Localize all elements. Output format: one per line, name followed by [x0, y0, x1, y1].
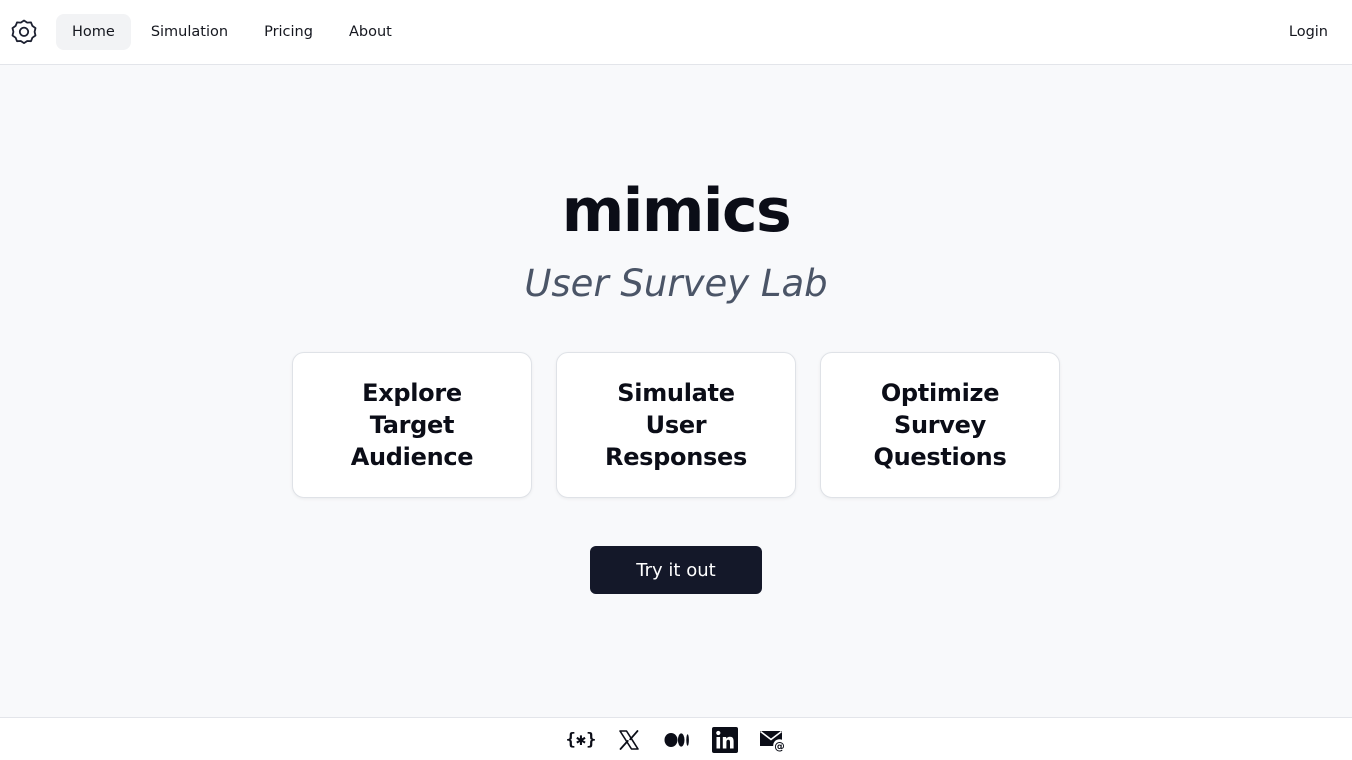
code-brackets-icon[interactable]: {✱}: [565, 726, 597, 754]
nav-home[interactable]: Home: [56, 14, 131, 50]
email-icon[interactable]: @: [758, 726, 788, 754]
nav-pricing[interactable]: Pricing: [248, 14, 329, 50]
code-brackets-glyph: {✱}: [565, 730, 597, 750]
gear-logo-icon[interactable]: [11, 19, 37, 45]
hero-subtitle: User Survey Lab: [524, 262, 828, 305]
login-link[interactable]: Login: [1289, 14, 1328, 50]
feature-card-label: Optimize Survey Questions: [873, 379, 1007, 471]
linkedin-icon[interactable]: [710, 726, 740, 754]
social-links: {✱} @: [566, 726, 788, 754]
main-nav: Home Simulation Pricing About: [56, 14, 412, 50]
medium-icon[interactable]: [662, 726, 692, 754]
hero-title: mimics: [561, 176, 792, 246]
feature-card-simulate: Simulate User Responses: [556, 352, 796, 498]
nav-simulation[interactable]: Simulation: [135, 14, 244, 50]
feature-card-optimize: Optimize Survey Questions: [820, 352, 1060, 498]
try-it-out-button[interactable]: Try it out: [590, 546, 762, 594]
top-navbar: Home Simulation Pricing About Login: [0, 0, 1352, 65]
feature-card-label: Explore Target Audience: [350, 379, 474, 471]
svg-text:@: @: [774, 740, 785, 752]
x-twitter-icon[interactable]: [614, 726, 644, 754]
feature-cards: Explore Target Audience Simulate User Re…: [292, 352, 1060, 498]
feature-card-label: Simulate User Responses: [605, 379, 747, 471]
nav-about[interactable]: About: [333, 14, 408, 50]
feature-card-explore: Explore Target Audience: [292, 352, 532, 498]
footer: {✱} @: [0, 717, 1352, 760]
